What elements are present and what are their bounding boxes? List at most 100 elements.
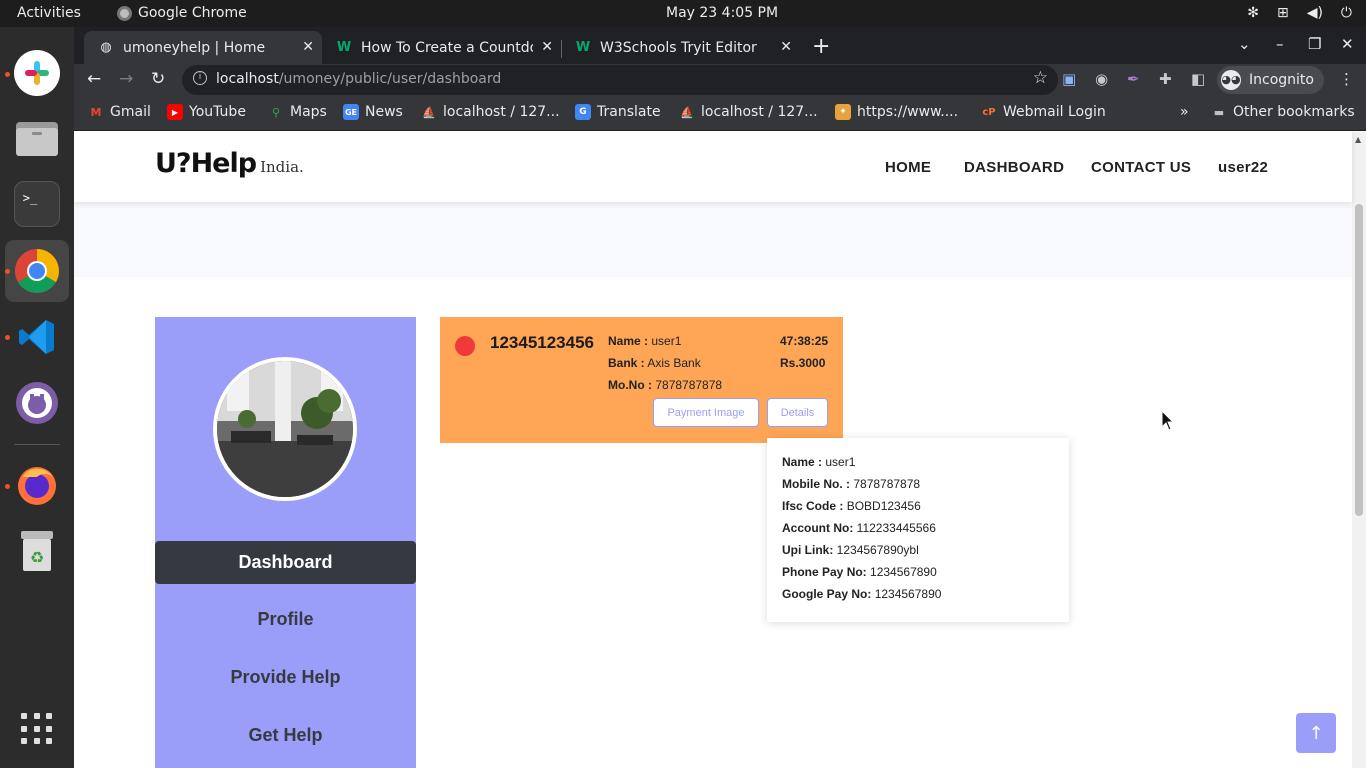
- bookmark-news[interactable]: GE News: [343, 104, 403, 120]
- close-tab-icon[interactable]: ✕: [541, 39, 553, 55]
- running-indicator: [5, 72, 10, 77]
- detail-row: Google Pay No: 1234567890: [782, 587, 941, 601]
- detail-value: 1234567890: [874, 587, 942, 601]
- details-button[interactable]: Details: [767, 398, 828, 427]
- site-info-icon[interactable]: i: [193, 71, 207, 85]
- detail-label: Phone Pay No:: [782, 565, 867, 579]
- bookmark-label: Webmail Login: [1003, 104, 1106, 120]
- firefox-icon[interactable]: [14, 462, 60, 508]
- incognito-profile[interactable]: ◕◕ Incognito: [1217, 66, 1324, 94]
- back-icon[interactable]: ←: [87, 69, 101, 89]
- camera-icon[interactable]: ◉: [1095, 70, 1108, 88]
- minimize-icon[interactable]: –: [1276, 35, 1284, 53]
- tab-search-icon[interactable]: ⌄: [1238, 35, 1251, 53]
- profile-label: Incognito: [1249, 72, 1314, 88]
- bookmark-youtube[interactable]: ▶ YouTube: [167, 104, 246, 120]
- translate-icon: G: [575, 104, 591, 120]
- bookmark-label: localhost / 127...: [701, 104, 818, 120]
- bookmark-localhost-1[interactable]: ⛵ localhost / 127...: [421, 104, 560, 120]
- news-icon: GE: [343, 104, 359, 120]
- amount: Rs.3000: [780, 356, 826, 370]
- nav-user-menu[interactable]: user22: [1218, 159, 1268, 176]
- w3schools-icon: W: [575, 40, 591, 55]
- back-to-top-button[interactable]: ↑: [1296, 713, 1336, 753]
- clock[interactable]: May 23 4:05 PM: [666, 5, 778, 21]
- detail-value: 7878787878: [853, 477, 921, 491]
- nav-home[interactable]: HOME: [885, 159, 931, 176]
- chrome-icon: [117, 5, 132, 21]
- files-icon[interactable]: [14, 115, 60, 161]
- close-window-icon[interactable]: ✕: [1341, 35, 1354, 53]
- vscode-icon[interactable]: [14, 314, 60, 360]
- power-icon[interactable]: ⏻: [1341, 5, 1352, 21]
- bookmarks-overflow[interactable]: »: [1180, 104, 1189, 120]
- github-desktop-icon[interactable]: [14, 380, 60, 426]
- close-tab-icon[interactable]: ✕: [302, 39, 314, 55]
- show-apps-icon[interactable]: [21, 713, 53, 745]
- volume-icon[interactable]: ◀): [1307, 5, 1323, 21]
- side-panel-icon[interactable]: ◧: [1191, 70, 1205, 88]
- slack-icon[interactable]: [14, 50, 60, 96]
- forward-icon[interactable]: →: [119, 69, 133, 89]
- bookmark-gmail[interactable]: M Gmail: [88, 104, 151, 120]
- sidebar-item-profile[interactable]: Profile: [155, 598, 416, 641]
- bookmark-webmail[interactable]: cP Webmail Login: [981, 104, 1106, 120]
- detail-row: Name : user1: [782, 455, 855, 469]
- sidebar-item-provide-help[interactable]: Provide Help: [155, 656, 416, 699]
- bookmark-https[interactable]: ✦ https://www....: [835, 104, 958, 120]
- dock-separator: [14, 444, 60, 445]
- extensions-icon[interactable]: ✚: [1159, 70, 1172, 88]
- other-bookmarks[interactable]: ▬ Other bookmarks: [1211, 104, 1355, 120]
- detail-value: 112233445566: [856, 521, 936, 535]
- close-tab-icon[interactable]: ✕: [780, 39, 792, 55]
- payment-image-button[interactable]: Payment Image: [653, 398, 759, 427]
- phpmyadmin-icon: ⛵: [680, 105, 694, 119]
- scroll-up-icon[interactable]: ▲: [1355, 135, 1361, 144]
- dashboard-sidebar: Dashboard Profile Provide Help Get Help: [155, 317, 416, 768]
- bookmark-translate[interactable]: G Translate: [575, 104, 661, 120]
- bookmark-star-icon[interactable]: ☆: [1033, 68, 1048, 88]
- detail-label: Name :: [782, 455, 823, 469]
- incognito-icon: ◕◕: [1221, 70, 1241, 90]
- sidebar-item-get-help[interactable]: Get Help: [155, 714, 416, 757]
- bookmark-label: Translate: [597, 104, 661, 120]
- system-tray[interactable]: ✻ ⊞ ◀) ⏻: [1247, 5, 1352, 21]
- chrome-icon[interactable]: [14, 248, 60, 294]
- address-bar[interactable]: i localhost/umoney/public/user/dashboard…: [182, 65, 1058, 95]
- bookmark-localhost-2[interactable]: ⛵ localhost / 127...: [679, 104, 818, 120]
- tab-umoneyhelp[interactable]: ◍ umoneyhelp | Home ✕: [84, 31, 322, 64]
- scrollbar-thumb[interactable]: [1355, 204, 1363, 516]
- new-tab-icon[interactable]: +: [812, 34, 830, 59]
- detail-label: Mobile No. :: [782, 477, 850, 491]
- bookmark-label: localhost / 127...: [443, 104, 560, 120]
- site-logo[interactable]: U?Help India.: [155, 148, 304, 179]
- reload-icon[interactable]: ↻: [151, 69, 165, 89]
- countdown-timer: 47:38:25: [780, 334, 829, 348]
- accessibility-icon[interactable]: ✻: [1247, 5, 1259, 21]
- logo-main: U?Help: [155, 148, 257, 179]
- tab-w3schools[interactable]: W W3Schools Tryit Editor ✕: [561, 31, 800, 64]
- screencast-icon[interactable]: ▣: [1062, 70, 1076, 88]
- feather-extension-icon[interactable]: ✒: [1127, 70, 1140, 88]
- nav-dashboard[interactable]: DASHBOARD: [964, 159, 1064, 176]
- detail-row: Phone Pay No: 1234567890: [782, 565, 937, 579]
- trash-icon[interactable]: ♻: [14, 528, 60, 574]
- network-icon[interactable]: ⊞: [1277, 5, 1289, 21]
- tab-countdown[interactable]: W How To Create a Countdo ✕: [322, 31, 561, 64]
- terminal-icon[interactable]: >_: [14, 181, 60, 227]
- cpanel-icon: cP: [982, 106, 996, 118]
- nav-contact-us[interactable]: CONTACT US: [1091, 159, 1191, 176]
- app-menu[interactable]: Google Chrome: [117, 5, 247, 21]
- page-scrollbar[interactable]: ▲: [1352, 132, 1366, 768]
- card-mobile-value: 7878787878: [655, 378, 723, 392]
- activities-button[interactable]: Activities: [17, 5, 81, 21]
- request-id: 12345123456: [490, 333, 595, 352]
- dock: >_ ♻: [0, 27, 74, 768]
- menu-kebab-icon[interactable]: ⋮: [1339, 70, 1354, 88]
- detail-label: Google Pay No:: [782, 587, 872, 601]
- bookmark-maps[interactable]: ⚲ Maps: [268, 104, 327, 120]
- bookmark-label: Maps: [290, 104, 327, 120]
- sidebar-item-dashboard[interactable]: Dashboard: [155, 541, 416, 584]
- hero-band: [74, 202, 1352, 277]
- restore-icon[interactable]: ❐: [1308, 35, 1321, 53]
